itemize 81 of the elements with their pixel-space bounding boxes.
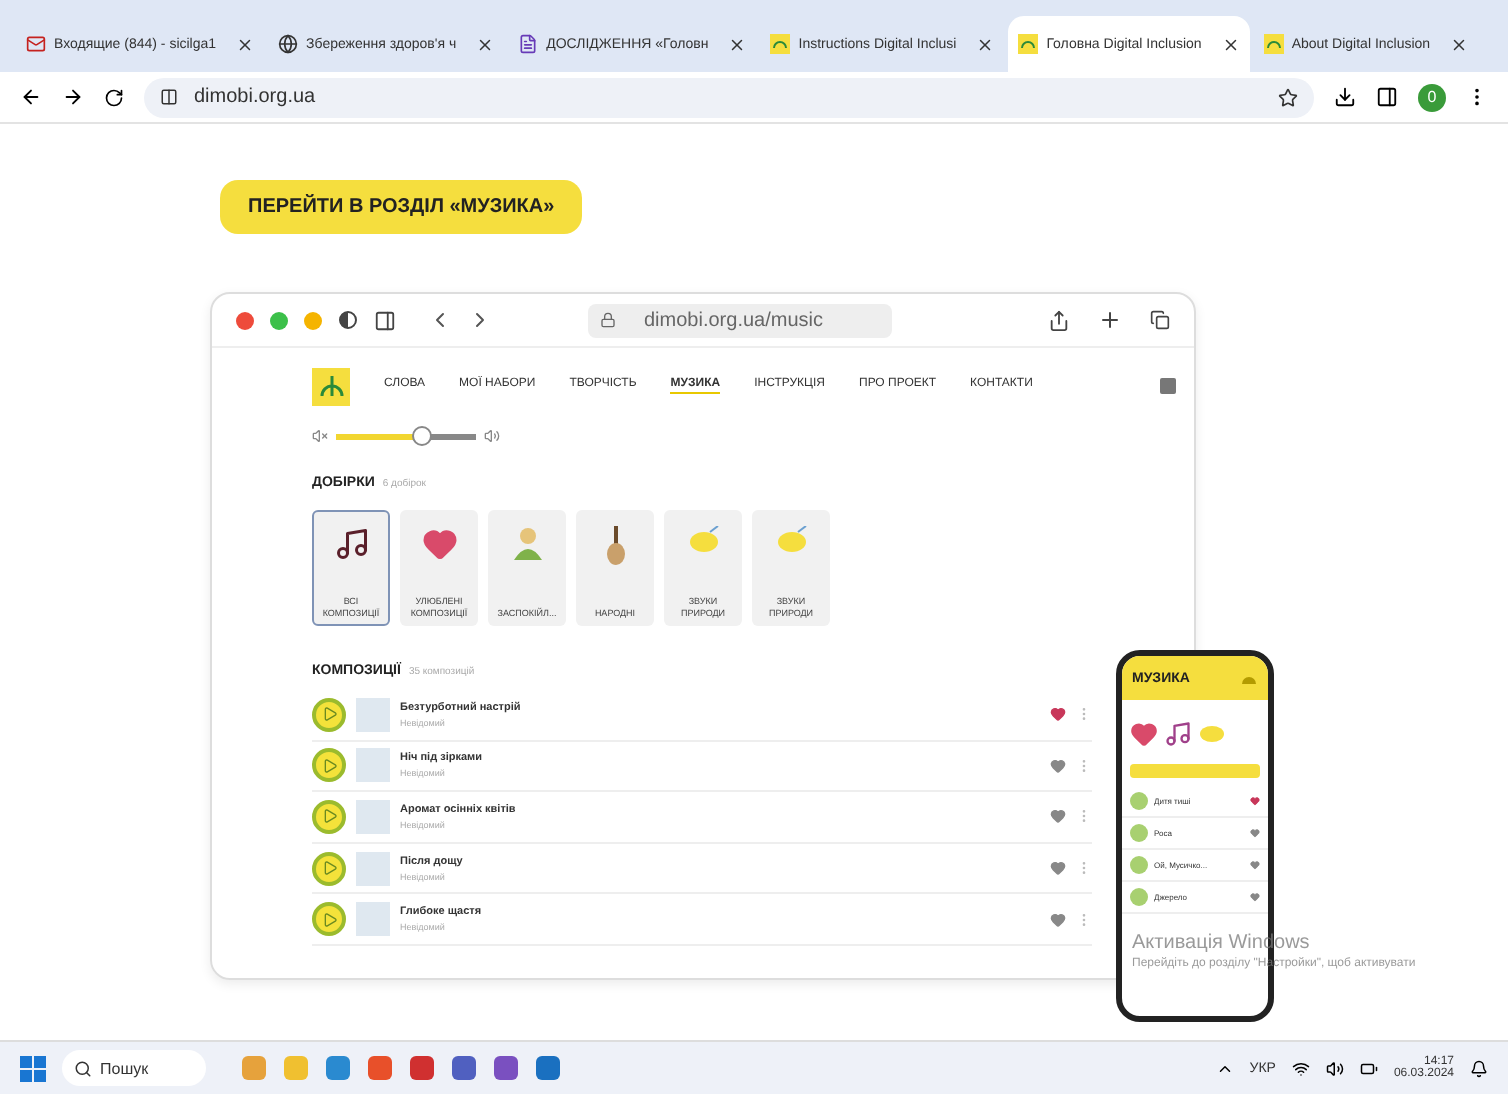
play-button[interactable] <box>312 748 346 783</box>
heart-icon[interactable] <box>1050 706 1066 723</box>
sidebar-icon <box>374 309 396 331</box>
app-icon[interactable] <box>494 1056 518 1080</box>
phone-share-bar <box>1130 764 1260 778</box>
logo-icon <box>1240 671 1258 685</box>
heart-icon[interactable] <box>1050 860 1066 877</box>
profile-avatar[interactable]: 0 <box>1418 83 1446 111</box>
volume-thumb[interactable] <box>412 425 433 445</box>
heart-icon[interactable] <box>1250 796 1260 806</box>
close-icon[interactable] <box>1221 35 1240 53</box>
app-icon[interactable] <box>410 1056 434 1080</box>
heart-icon[interactable] <box>1250 860 1260 870</box>
person-drawing <box>511 526 543 562</box>
close-icon[interactable] <box>728 35 747 53</box>
app-icon[interactable] <box>368 1056 392 1080</box>
form-icon <box>518 34 539 54</box>
site-logo-icon <box>1018 34 1039 54</box>
heart-icon <box>421 526 457 562</box>
close-icon[interactable] <box>236 35 255 53</box>
search-icon <box>74 1059 92 1077</box>
mute-icon <box>312 428 328 444</box>
cover-placeholder <box>356 697 390 732</box>
heart-icon[interactable] <box>1050 808 1066 825</box>
lock-icon <box>600 312 616 328</box>
wifi-icon[interactable] <box>1291 1059 1310 1077</box>
play-icon[interactable] <box>321 808 337 825</box>
side-panel-icon[interactable] <box>1376 86 1398 108</box>
play-button[interactable] <box>312 902 346 937</box>
site-logo <box>312 367 350 405</box>
mockup-address-field: dimobi.org.ua/music <box>588 303 892 337</box>
go-to-music-button[interactable]: ПЕРЕЙТИ В РОЗДІЛ «МУЗИКА» <box>220 180 583 234</box>
back-icon[interactable] <box>20 86 42 108</box>
download-icon[interactable] <box>1334 86 1356 108</box>
play-button[interactable] <box>312 799 346 834</box>
taskbar-search-field[interactable]: Пошук <box>62 1050 206 1086</box>
close-icon[interactable] <box>476 35 495 53</box>
play-button[interactable] <box>312 851 346 886</box>
cover-placeholder <box>356 902 390 937</box>
start-icon[interactable] <box>20 1055 46 1081</box>
site-logo-icon <box>770 34 791 54</box>
cover-placeholder <box>356 799 390 834</box>
cover-placeholder <box>356 748 390 783</box>
play-icon[interactable] <box>321 706 337 723</box>
music-note-icon <box>1164 720 1192 748</box>
heart-icon[interactable] <box>1050 911 1066 928</box>
music-note-icon <box>333 526 369 562</box>
heart-icon[interactable] <box>1250 828 1260 838</box>
mail-icon <box>26 34 46 54</box>
site-info-icon[interactable] <box>160 88 178 106</box>
cover-placeholder <box>356 851 390 886</box>
close-dot <box>236 311 254 329</box>
heart-icon[interactable] <box>1250 892 1260 902</box>
site-logo-icon <box>1263 34 1284 54</box>
app-icon[interactable] <box>536 1056 560 1080</box>
globe-icon <box>278 34 299 54</box>
minimize-dot <box>304 311 322 329</box>
notification-icon[interactable] <box>1470 1059 1488 1077</box>
play-button[interactable] <box>312 697 346 732</box>
lute-drawing <box>605 526 625 566</box>
volume-icon[interactable] <box>1325 1059 1344 1077</box>
app-icon[interactable] <box>452 1056 476 1080</box>
play-icon[interactable] <box>321 860 337 877</box>
close-icon[interactable] <box>976 35 995 53</box>
volume-icon <box>484 428 500 444</box>
reload-icon[interactable] <box>104 87 124 107</box>
battery-icon[interactable] <box>1359 1059 1378 1077</box>
close-icon[interactable] <box>1450 35 1469 53</box>
app-icon[interactable] <box>326 1056 350 1080</box>
contrast-icon <box>338 310 358 330</box>
heart-icon <box>1130 720 1158 748</box>
zoom-dot <box>270 311 288 329</box>
address-field[interactable]: dimobi.org.ua <box>144 77 1314 117</box>
heart-icon[interactable] <box>1050 757 1066 774</box>
forward-icon[interactable] <box>62 86 84 108</box>
plus-icon <box>1098 308 1122 332</box>
share-icon <box>1048 309 1070 331</box>
tabs-icon <box>1150 310 1170 330</box>
play-icon[interactable] <box>321 911 337 928</box>
play-icon[interactable] <box>321 757 337 774</box>
star-icon[interactable] <box>1278 87 1298 107</box>
